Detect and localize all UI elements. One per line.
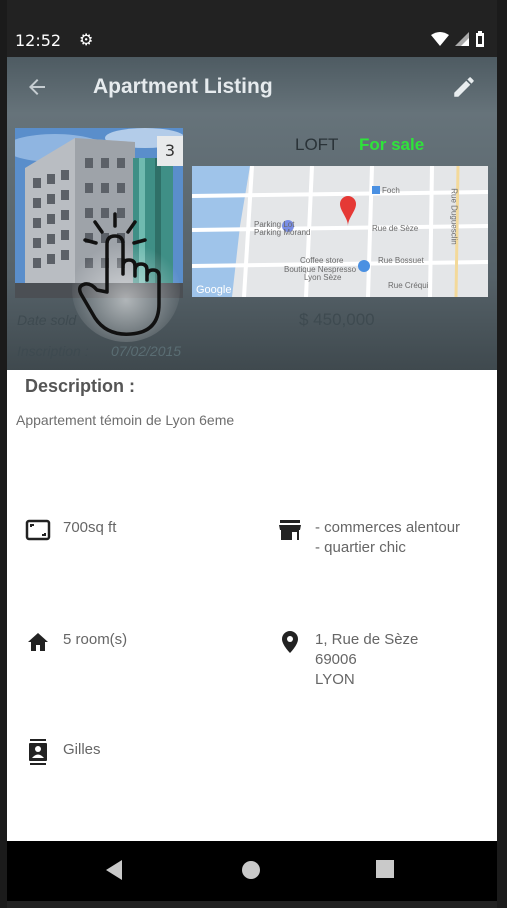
arrow-left-icon <box>29 79 45 95</box>
map-label-lyon-seze: Lyon Sèze <box>304 273 342 282</box>
shops-line-1: - commerces alentour <box>315 519 461 536</box>
back-button[interactable] <box>25 75 55 105</box>
settings-gear-icon: ⚙ <box>79 30 94 49</box>
pencil-icon <box>454 77 474 97</box>
store-icon <box>277 518 303 542</box>
aspect-ratio-icon <box>25 518 51 542</box>
page-title: Apartment Listing <box>93 75 273 98</box>
nav-recents-button[interactable] <box>375 859 399 883</box>
map-label-rue-duguesclin: Rue Duguesclin <box>449 188 459 245</box>
address-feature: 1, Rue de Sèze 69006 LYON <box>277 630 418 690</box>
location-map[interactable]: Foch Rue de Sèze Parking Lot Parking Mor… <box>192 166 488 297</box>
inscription-date: 07/02/2015 <box>111 343 182 359</box>
map-label-foch: Foch <box>382 186 400 195</box>
circle-home-icon <box>242 861 260 879</box>
agent-feature: Gilles <box>25 739 101 765</box>
tap-hand-icon <box>72 212 180 342</box>
status-time: 12:52 <box>15 31 62 50</box>
map-label-rue-crequi: Rue Créqui <box>388 281 429 290</box>
shops-feature: - commerces alentour - quartier chic <box>277 518 460 558</box>
content-panel: Description : Appartement témoin de Lyon… <box>7 370 497 841</box>
date-sold-label: Date sold <box>17 312 77 328</box>
map-label-rue-seze: Rue de Sèze <box>372 224 419 233</box>
system-nav-bar <box>7 841 497 901</box>
map-label-coffee: Coffee store <box>300 256 344 265</box>
battery-icon <box>476 31 484 47</box>
device-screen: 12:52 ⚙ Apartment Listing 3 LOFT For sal… <box>7 0 497 908</box>
address-line-1: 1, Rue de Sèze <box>315 631 419 648</box>
surface-value: 700sq ft <box>63 519 117 536</box>
price-value: $ 450,000 <box>299 310 375 329</box>
inscription-label: Inscription : <box>17 343 89 359</box>
address-line-2: 69006 <box>315 651 357 668</box>
nav-back-button[interactable] <box>104 859 128 883</box>
agent-name: Gilles <box>63 741 101 758</box>
status-bar: 12:52 ⚙ <box>7 24 497 57</box>
rooms-feature: 5 room(s) <box>25 630 127 654</box>
surface-feature: 700sq ft <box>25 518 116 542</box>
map-google-logo: Google <box>196 284 232 296</box>
map-label-rue-bossuet: Rue Bossuet <box>378 256 424 265</box>
wifi-icon <box>431 32 449 46</box>
property-type: LOFT <box>295 135 339 154</box>
description-text: Appartement témoin de Lyon 6eme <box>16 412 235 428</box>
photo-count-badge: 3 <box>157 136 183 166</box>
triangle-back-icon <box>106 860 122 880</box>
location-pin-icon <box>277 630 303 654</box>
contact-card-icon <box>25 739 51 765</box>
square-recents-icon <box>376 860 394 878</box>
edit-button[interactable] <box>451 74 479 102</box>
sale-status-badge: For sale <box>359 135 425 154</box>
app-bar: Apartment Listing <box>7 57 497 121</box>
home-icon <box>25 630 51 654</box>
rooms-value: 5 room(s) <box>63 631 128 648</box>
cell-signal-icon <box>455 32 469 46</box>
shops-line-2: - quartier chic <box>315 539 406 556</box>
address-line-3: LYON <box>315 671 355 688</box>
description-heading: Description : <box>25 376 136 396</box>
status-icons <box>431 31 485 47</box>
nav-home-button[interactable] <box>240 859 264 883</box>
map-label-parking-morand: Parking Morand <box>254 228 311 237</box>
